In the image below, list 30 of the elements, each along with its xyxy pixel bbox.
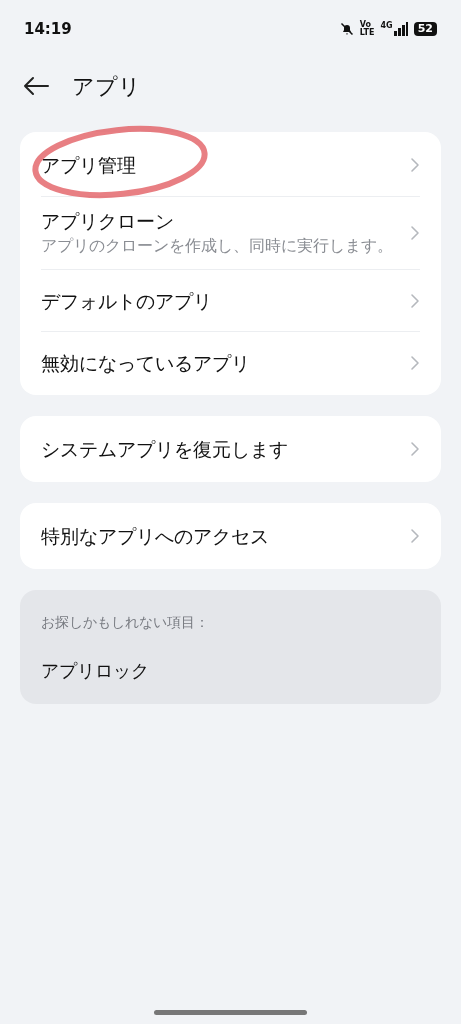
row-label: デフォルトのアプリ	[41, 288, 212, 314]
chevron-icon	[410, 354, 420, 371]
settings-row[interactable]: デフォルトのアプリ	[41, 269, 420, 331]
chevron-icon	[410, 441, 420, 457]
page-title: アプリ	[72, 72, 141, 101]
settings-row[interactable]: アプリクローン アプリのクローンを作成し、同時に実行します。	[41, 196, 420, 269]
bell-off-icon	[339, 22, 354, 36]
chevron-icon	[410, 528, 420, 544]
suggestions-heading: お探しかもしれない項目：	[41, 613, 210, 632]
settings-row[interactable]: アプリ管理	[41, 134, 420, 196]
battery-indicator: 52	[413, 22, 437, 36]
row-description: アプリのクローンを作成し、同時に実行します。	[41, 235, 393, 257]
chevron-icon	[410, 292, 420, 309]
network-label: 4G	[380, 22, 393, 30]
volte-label: Vo	[359, 21, 372, 29]
chevron-icon	[410, 157, 420, 173]
settings-row[interactable]: システムアプリを復元します	[41, 418, 420, 480]
signal-icon	[393, 22, 408, 36]
chevron-icon	[410, 225, 420, 241]
row-label: 無効になっているアプリ	[41, 350, 250, 376]
suggestion-link[interactable]: アプリロック	[41, 657, 420, 684]
settings-row[interactable]: 特別なアプリへのアクセス	[41, 505, 420, 567]
row-label: システムアプリを復元します	[41, 437, 288, 462]
row-label: アプリ管理	[41, 153, 136, 178]
row-label: 特別なアプリへのアクセス	[41, 524, 269, 549]
back-icon[interactable]	[22, 76, 50, 96]
volte-label: LTE	[359, 29, 375, 37]
status-time: 14:19	[24, 18, 72, 40]
row-label: アプリクローン	[41, 209, 175, 234]
settings-row[interactable]: 無効になっているアプリ	[41, 331, 420, 393]
